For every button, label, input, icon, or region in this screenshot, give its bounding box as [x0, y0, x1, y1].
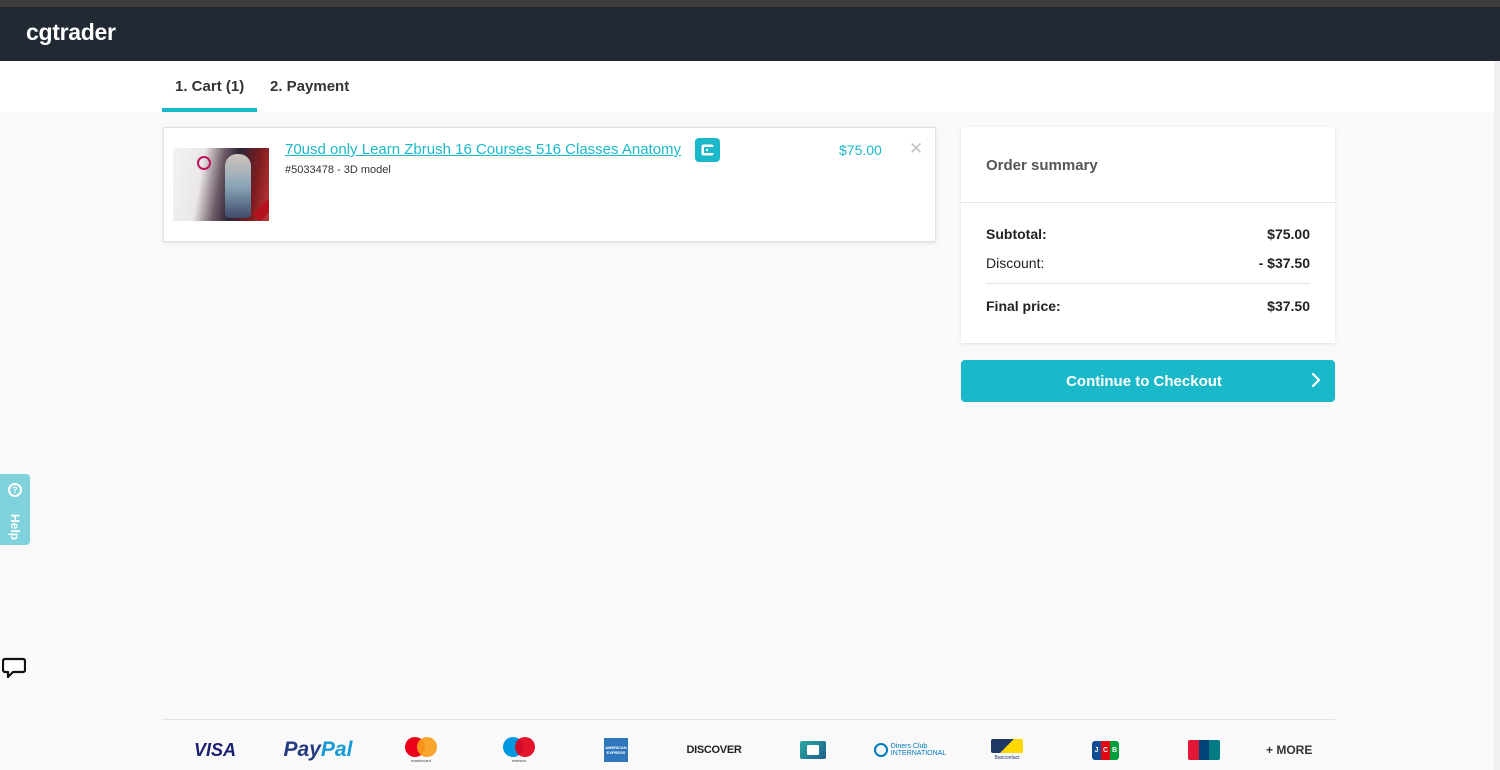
mastercard-logo: mastercard — [404, 730, 438, 770]
help-tab[interactable]: ? Help — [0, 474, 30, 545]
discount-value: - $37.50 — [1258, 255, 1310, 271]
item-title-link[interactable]: 70usd only Learn Zbrush 16 Courses 516 C… — [285, 141, 681, 158]
tab-payment[interactable]: 2. Payment — [270, 78, 349, 95]
order-summary-header: Order summary — [961, 127, 1335, 203]
window-top-strip — [0, 0, 1500, 7]
cart-item: 70usd only Learn Zbrush 16 Courses 516 C… — [163, 127, 936, 242]
unionpay-logo — [1188, 730, 1220, 770]
unionpay-text — [1188, 740, 1220, 760]
payment-methods: VISA Pay Pal mastercard maestro AMERICAN … — [162, 730, 1335, 770]
chat-bubble-icon[interactable] — [2, 657, 26, 679]
site-header: cgtrader — [0, 7, 1500, 61]
chevron-right-icon — [1311, 372, 1321, 388]
final-price-label: Final price: — [986, 298, 1061, 314]
checkout-button-label: Continue to Checkout — [1066, 373, 1222, 390]
continue-to-checkout-button[interactable]: Continue to Checkout — [961, 360, 1335, 402]
item-meta: #5033478 - 3D model — [285, 164, 391, 176]
jcb-logo: J C B — [1092, 730, 1119, 770]
cgtrader-logo[interactable]: cgtrader — [26, 19, 116, 46]
maestro-logo: maestro — [502, 730, 536, 770]
diners-text: Diners Club INTERNATIONAL — [890, 743, 947, 757]
cb-logo — [800, 730, 826, 770]
thumbnail-figure — [225, 154, 251, 218]
subtotal-label: Subtotal: — [986, 226, 1047, 242]
item-price: $75.00 — [839, 142, 882, 158]
diners-club-logo: Diners Club INTERNATIONAL — [873, 730, 946, 770]
page-scrollbar[interactable] — [1494, 61, 1500, 770]
thumbnail-logo-icon — [197, 156, 211, 170]
active-tab-indicator — [162, 108, 257, 112]
discount-label: Discount: — [986, 255, 1045, 271]
question-circle-icon: ? — [8, 483, 22, 497]
tab-cart[interactable]: 1. Cart (1) — [175, 78, 244, 95]
paypal-text-2: Pal — [320, 738, 353, 761]
subtotal-value: $75.00 — [1267, 226, 1310, 242]
footer-divider — [162, 719, 1335, 720]
help-label: Help — [8, 514, 22, 541]
discover-logo: DISCOVER — [686, 744, 742, 756]
amex-logo: AMERICAN EXPRESS — [604, 730, 628, 770]
wallet-icon — [695, 138, 720, 162]
mastercard-caption: mastercard — [410, 758, 431, 763]
maestro-caption: maestro — [511, 758, 527, 763]
jcb-letter-b: B — [1110, 740, 1119, 760]
order-summary: Order summary Subtotal: $75.00 Discount:… — [961, 127, 1335, 343]
jcb-letter-j: J — [1092, 740, 1101, 760]
final-price-value: $37.50 — [1267, 298, 1310, 314]
thumbnail-ribbon — [252, 198, 269, 221]
jcb-letter-c: C — [1101, 740, 1110, 760]
order-summary-title: Order summary — [986, 157, 1098, 174]
bancontact-caption: Bancontact — [994, 755, 1020, 761]
checkout-steps: 1. Cart (1) 2. Payment — [0, 61, 1500, 112]
bancontact-logo: Bancontact — [988, 730, 1026, 770]
product-thumbnail[interactable] — [173, 148, 269, 221]
close-icon[interactable]: ✕ — [909, 139, 923, 159]
more-payment-methods-link[interactable]: + MORE — [1266, 730, 1320, 770]
visa-logo: VISA — [193, 739, 236, 760]
amex-text: AMERICAN EXPRESS — [604, 738, 628, 762]
summary-divider — [986, 283, 1310, 284]
paypal-text-1: Pay — [283, 738, 321, 761]
paypal-logo: Pay Pal — [276, 730, 360, 770]
